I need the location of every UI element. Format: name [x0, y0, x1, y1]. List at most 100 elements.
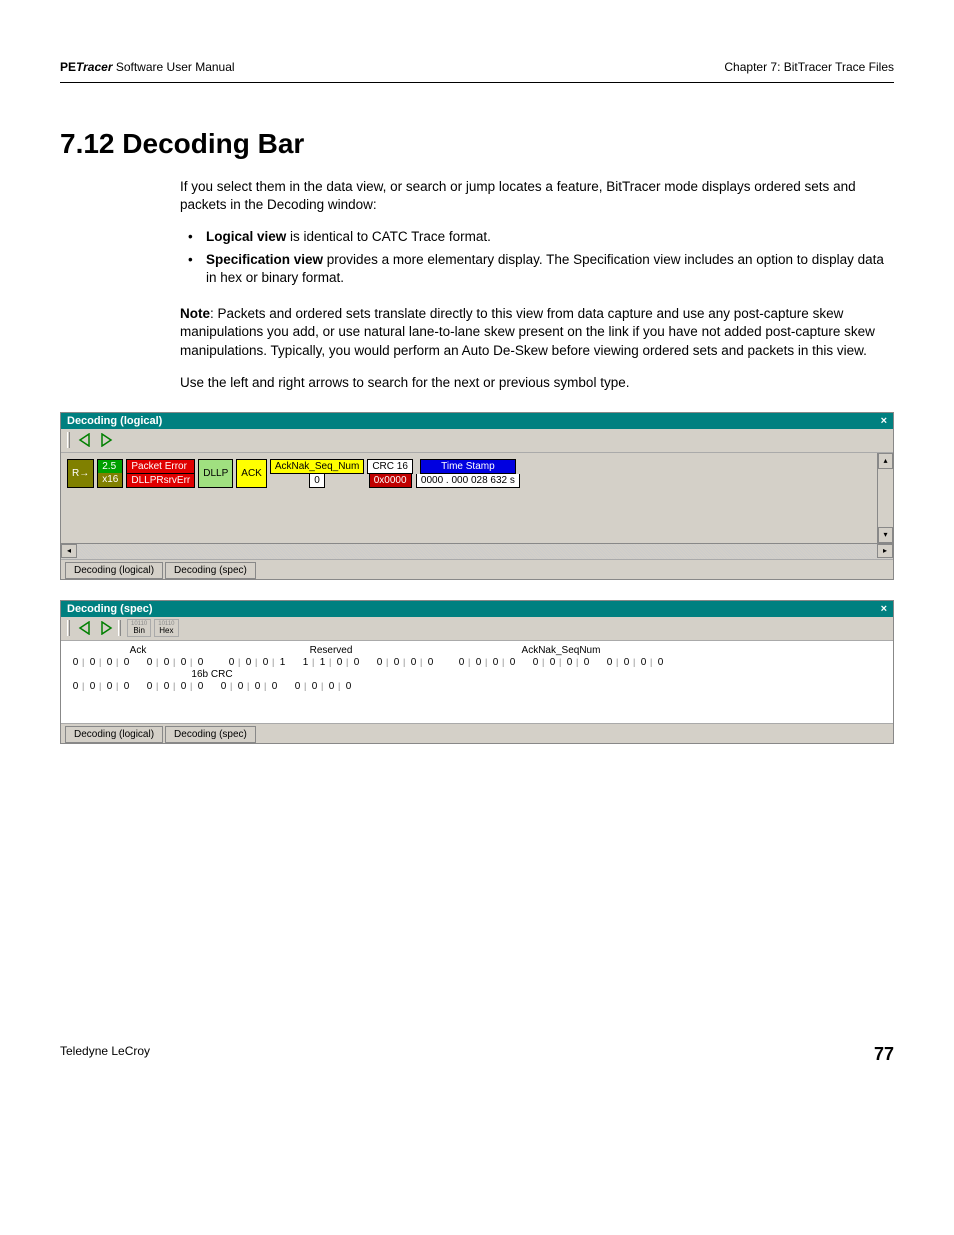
bullet2-bold: Specification view	[206, 252, 323, 267]
scroll-left-button[interactable]: ◂	[61, 544, 77, 558]
timestamp-label: Time Stamp	[420, 459, 516, 474]
bit-cell: 0	[340, 681, 357, 692]
footer-pagenum: 77	[874, 1044, 894, 1065]
product-prefix: PE	[60, 60, 76, 74]
group-crc-label: 16b CRC	[67, 669, 357, 681]
direction-label: R→	[72, 467, 89, 480]
error1-label: Packet Error	[126, 459, 195, 474]
timestamp-value: 0000 . 000 028 632 s	[416, 474, 520, 488]
arrows-paragraph: Use the left and right arrows to search …	[180, 374, 894, 392]
product-suffix: Software User Manual	[113, 60, 235, 74]
cell-errors[interactable]: Packet Error DLLPRsrvErr	[126, 459, 195, 488]
cell-dllp[interactable]: DLLP	[198, 459, 233, 488]
seqnum-label: AckNak_Seq_Num	[270, 459, 364, 474]
dllp-label: DLLP	[203, 467, 228, 480]
next-arrow-button[interactable]	[97, 619, 115, 637]
group-reserved: Reserved 000111000000	[223, 645, 439, 668]
group-seq-label: AckNak_SeqNum	[453, 645, 669, 657]
tabs-logical: Decoding (logical) Decoding (spec)	[61, 559, 893, 579]
scroll-right-button[interactable]: ▸	[877, 544, 893, 558]
footer-company: Teledyne LeCroy	[60, 1044, 150, 1065]
panel-spec-title: Decoding (spec)	[67, 603, 153, 615]
note-label: Note	[180, 306, 210, 321]
panel-logical-titlebar: Decoding (logical) ×	[61, 413, 893, 429]
bit-cell: 0	[578, 657, 595, 668]
section-heading: 7.12 Decoding Bar	[60, 128, 894, 160]
cell-seqnum[interactable]: AckNak_Seq_Num 0	[270, 459, 364, 488]
scroll-up-button[interactable]: ▴	[878, 453, 893, 469]
lanes-label: x16	[98, 473, 122, 486]
bit-cell: 0	[192, 681, 209, 692]
page-footer: Teledyne LeCroy 77	[60, 1044, 894, 1065]
tab-decoding-logical[interactable]: Decoding (logical)	[65, 726, 163, 743]
toolbar-grip	[67, 432, 70, 448]
bit-cell: 1	[274, 657, 291, 668]
header-chapter: Chapter 7: BitTracer Trace Files	[724, 60, 894, 74]
prev-arrow-button[interactable]	[76, 619, 94, 637]
toolbar-logical	[61, 429, 893, 453]
packet-row: R→ 2.5 x16 Packet Error DLLPRsrvErr DLLP	[61, 453, 877, 494]
bit-cell: 0	[652, 657, 669, 668]
bits-ack: 00000000	[67, 657, 209, 668]
bits-crc: 0000000000000000	[67, 681, 357, 692]
bit-cell: 0	[266, 681, 283, 692]
bin-button[interactable]: 10110Bin	[127, 619, 151, 637]
bullet1-rest: is identical to CATC Trace format.	[286, 229, 491, 244]
cell-ack[interactable]: ACK	[236, 459, 267, 488]
bit-cell: 0	[192, 657, 209, 668]
vertical-scrollbar[interactable]: ▴ ▾	[877, 453, 893, 543]
close-button[interactable]: ×	[881, 603, 887, 615]
bit-cell: 0	[348, 657, 365, 668]
hex-label: Hex	[159, 626, 173, 635]
cell-crc[interactable]: CRC 16 0x0000	[367, 459, 413, 488]
ack-label: ACK	[241, 467, 262, 480]
toolbar-spec: 10110Bin 10110Hex	[61, 617, 893, 641]
group-reserved-label: Reserved	[223, 645, 439, 657]
close-button[interactable]: ×	[881, 415, 887, 427]
bits-seq: 000000000000	[453, 657, 669, 668]
page-header: PETracer Software User Manual Chapter 7:…	[60, 60, 894, 83]
tab-decoding-logical[interactable]: Decoding (logical)	[65, 562, 163, 579]
panel-logical-title: Decoding (logical)	[67, 415, 162, 427]
spec-content-area: Ack 00000000 Reserved 000111000000 AckNa…	[61, 641, 893, 723]
panel-spec-titlebar: Decoding (spec) ×	[61, 601, 893, 617]
cell-rate-lanes[interactable]: 2.5 x16	[97, 459, 123, 488]
bit-cell: 0	[422, 657, 439, 668]
cell-direction[interactable]: R→	[67, 459, 94, 488]
tab-decoding-spec[interactable]: Decoding (spec)	[165, 726, 256, 743]
crc-value: 0x0000	[369, 474, 412, 488]
tabs-spec: Decoding (logical) Decoding (spec)	[61, 723, 893, 743]
group-seq: AckNak_SeqNum 000000000000	[453, 645, 669, 668]
note-text: : Packets and ordered sets translate dir…	[180, 306, 875, 357]
bit-cell: 0	[504, 657, 521, 668]
bit-cell: 0	[118, 657, 135, 668]
note-paragraph: Note: Packets and ordered sets translate…	[180, 305, 894, 360]
seqnum-value: 0	[309, 474, 325, 488]
scroll-down-button[interactable]: ▾	[878, 527, 893, 543]
group-crc: 16b CRC 0000000000000000	[67, 669, 357, 692]
triangle-right-icon	[99, 433, 113, 447]
triangle-left-icon	[78, 621, 92, 635]
error2-label: DLLPRsrvErr	[126, 474, 195, 488]
bullet-list: Logical view is identical to CATC Trace …	[180, 228, 894, 287]
bits-reserved: 000111000000	[223, 657, 439, 668]
decoding-spec-panel: Decoding (spec) × 10110Bin 10110Hex Ack …	[60, 600, 894, 744]
group-ack-label: Ack	[67, 645, 209, 657]
toolbar-grip	[118, 620, 121, 636]
horizontal-scrollbar[interactable]: ◂ ▸	[61, 543, 893, 559]
bullet-spec-view: Specification view provides a more eleme…	[180, 251, 894, 287]
prev-arrow-button[interactable]	[76, 431, 94, 449]
product-italic: Tracer	[76, 60, 112, 74]
tab-decoding-spec[interactable]: Decoding (spec)	[165, 562, 256, 579]
bullet-logical-view: Logical view is identical to CATC Trace …	[180, 228, 894, 246]
bullet1-bold: Logical view	[206, 229, 286, 244]
triangle-right-icon	[99, 621, 113, 635]
hex-button[interactable]: 10110Hex	[154, 619, 178, 637]
cell-timestamp[interactable]: Time Stamp 0000 . 000 028 632 s	[416, 459, 520, 488]
rate-label: 2.5	[98, 460, 122, 473]
next-arrow-button[interactable]	[97, 431, 115, 449]
crc-label: CRC 16	[367, 459, 413, 474]
header-left: PETracer Software User Manual	[60, 60, 235, 74]
group-ack: Ack 00000000	[67, 645, 209, 668]
triangle-left-icon	[78, 433, 92, 447]
